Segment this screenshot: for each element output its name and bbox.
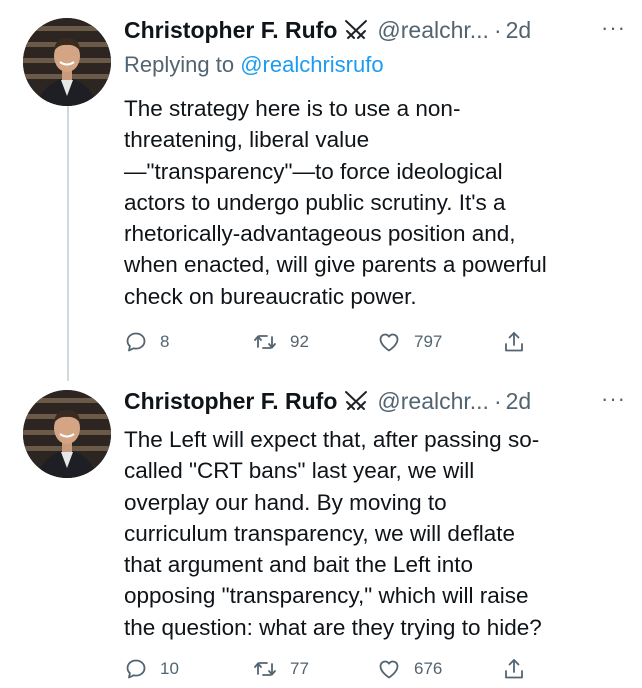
reply-count: 10 [160, 659, 179, 678]
tweet-text-line: overplay our hand. By moving to [124, 489, 447, 515]
thread-connector-line [67, 106, 69, 381]
tweet-text-line: check on bureaucratic power. [124, 283, 417, 309]
tweet-text-line: rhetorically-advantageous position and, [124, 221, 516, 247]
like-count: 797 [414, 332, 443, 351]
comment-icon [126, 659, 146, 679]
crossed-swords-icon [343, 18, 369, 42]
heart-icon [379, 333, 399, 352]
share-button[interactable] [502, 654, 526, 684]
tweet-header: Christopher F. Rufo @realchr... · 2d ··· [124, 386, 626, 416]
like-button[interactable]: 676 [376, 654, 442, 684]
heart-icon [379, 660, 399, 679]
tweet-text-line: The Left will expect that, after passing… [124, 427, 540, 452]
author-name[interactable]: Christopher F. Rufo [124, 388, 337, 415]
timestamp[interactable]: 2d [506, 388, 532, 415]
share-icon [505, 659, 523, 679]
reply-button[interactable]: 10 [124, 654, 179, 684]
reply-button[interactable]: 8 [124, 327, 169, 357]
replying-to: Replying to @realchrisrufo [124, 52, 384, 78]
tweet-text-line: actors to undergo public scrutiny. It's … [124, 189, 506, 215]
author-handle[interactable]: @realchr... [377, 388, 489, 415]
tweet-text: The Left will expect that, after passing… [124, 424, 624, 643]
avatar[interactable] [23, 390, 111, 478]
retweet-icon [254, 662, 276, 676]
timestamp[interactable]: 2d [506, 17, 532, 44]
replying-to-label: Replying to [124, 52, 235, 77]
tweet-text-line: threatening, liberal value [124, 127, 370, 153]
retweet-count: 77 [290, 659, 309, 678]
tweet-text-line: —"transparency"—to force ideological [124, 158, 503, 184]
separator-dot: · [493, 387, 502, 414]
tweet-text-line: curriculum transparency, we will deflate [124, 520, 515, 546]
tweet-actions: 8 92 797 [124, 327, 544, 357]
tweet-text-line: when enacted, will give parents a powerf… [124, 252, 547, 278]
separator-dot: · [493, 16, 502, 43]
retweet-button[interactable]: 92 [252, 327, 309, 357]
tweet-text-line: that argument and bait the Left into [124, 552, 473, 578]
retweet-icon [254, 335, 276, 349]
reply-count: 8 [160, 332, 170, 351]
like-button[interactable]: 797 [376, 327, 442, 357]
retweet-count: 92 [290, 332, 309, 351]
crossed-swords-icon [343, 389, 369, 413]
tweet-text-line: called "CRT bans" last year, we will [124, 458, 475, 484]
tweet-text-line: The strategy here is to use a non- [124, 96, 461, 121]
tweet-text: The strategy here is to use a non- threa… [124, 93, 624, 312]
share-icon [505, 332, 523, 352]
more-options-icon[interactable]: ··· [601, 15, 626, 41]
more-options-icon[interactable]: ··· [601, 386, 626, 412]
avatar[interactable] [23, 18, 111, 106]
tweet-text-line: the question: what are they trying to hi… [124, 614, 542, 640]
replying-to-handle-link[interactable]: @realchrisrufo [240, 52, 383, 77]
share-button[interactable] [502, 327, 526, 357]
tweet-header: Christopher F. Rufo @realchr... · 2d ··· [124, 15, 626, 45]
tweet-actions: 10 77 676 [124, 654, 544, 684]
like-count: 676 [414, 659, 443, 678]
author-name[interactable]: Christopher F. Rufo [124, 17, 337, 44]
comment-icon [126, 332, 146, 352]
retweet-button[interactable]: 77 [252, 654, 309, 684]
author-handle[interactable]: @realchr... [377, 17, 489, 44]
tweet-text-line: opposing "transparency," which will rais… [124, 583, 529, 609]
